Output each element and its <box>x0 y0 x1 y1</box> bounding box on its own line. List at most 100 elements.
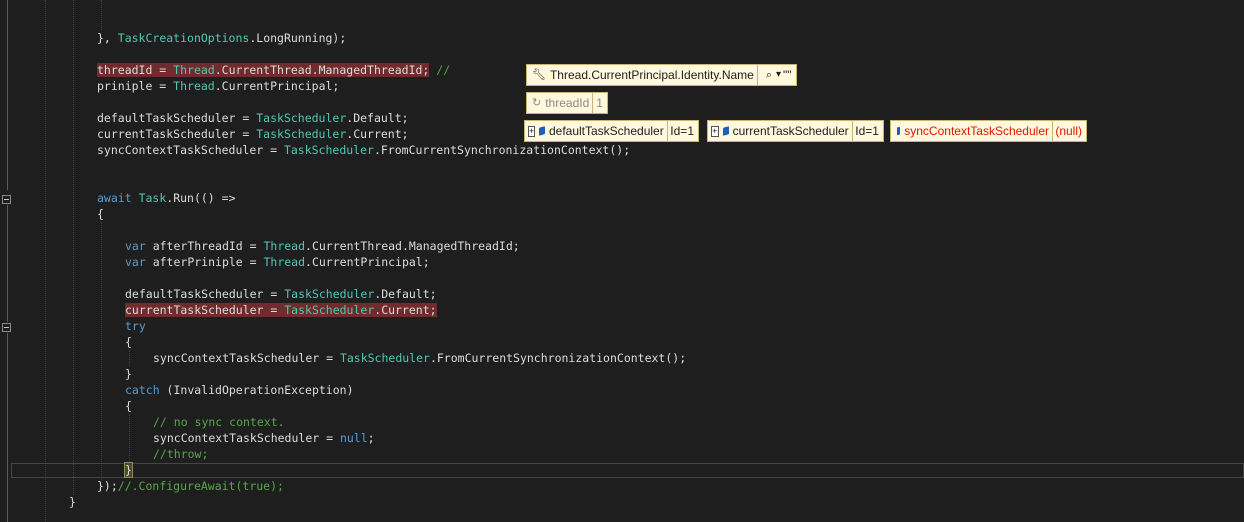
code-token: afterThreadId = <box>145 239 264 253</box>
code-token: .Current; <box>374 303 437 317</box>
code-line[interactable]: syncContextTaskScheduler = TaskScheduler… <box>97 142 630 158</box>
code-token: .Default; <box>346 111 409 125</box>
chevron-down-icon[interactable]: ▾ <box>776 64 781 86</box>
code-token: currentTaskScheduler = <box>97 127 257 141</box>
code-token: TaskScheduler <box>284 287 375 301</box>
datatip-threadid[interactable]: ↻ threadId 1 <box>526 92 608 114</box>
code-line[interactable]: { <box>97 206 104 222</box>
code-line[interactable]: } <box>124 462 133 478</box>
code-token: defaultTaskScheduler = <box>125 287 285 301</box>
code-line[interactable]: threadId = Thread.CurrentThread.ManagedT… <box>97 62 450 78</box>
datatip-name: syncContextTaskScheduler <box>904 124 1049 138</box>
code-token: // no sync context. <box>153 415 285 429</box>
code-line[interactable]: priniple = Thread.CurrentPrincipal; <box>97 78 339 94</box>
code-token: await <box>97 191 132 205</box>
code-token: .CurrentThread.ManagedThreadId; <box>305 239 520 253</box>
expand-icon[interactable]: + <box>711 125 719 137</box>
object-icon <box>722 126 729 136</box>
datatip-separator <box>756 65 758 85</box>
code-line[interactable]: catch (InvalidOperationException) <box>125 382 354 398</box>
outline-line <box>7 0 8 190</box>
code-line[interactable]: }, TaskCreationOptions.LongRunning); <box>97 30 346 46</box>
outline-line <box>7 333 8 522</box>
code-line[interactable]: defaultTaskScheduler = TaskScheduler.Def… <box>125 286 437 302</box>
code-token: TaskScheduler <box>283 143 374 157</box>
code-token: } <box>124 462 133 478</box>
expand-icon[interactable]: + <box>528 125 536 137</box>
object-icon <box>539 126 545 136</box>
code-token: defaultTaskScheduler = <box>97 111 257 125</box>
code-token: var <box>125 255 146 269</box>
code-token: .LongRunning); <box>249 31 347 45</box>
code-token: .CurrentPrincipal; <box>214 79 340 93</box>
indent-guide <box>101 0 102 30</box>
code-line[interactable]: var afterThreadId = Thread.CurrentThread… <box>125 238 520 254</box>
code-line[interactable]: try <box>125 318 146 334</box>
datatip-name: defaultTaskScheduler <box>548 124 664 138</box>
datatip-separator <box>592 93 594 113</box>
code-token: currentTaskScheduler = <box>125 303 285 317</box>
datatip-expression: Thread.CurrentPrincipal.Identity.Name <box>549 68 754 82</box>
code-token: }); <box>97 479 118 493</box>
fold-toggle-try[interactable] <box>2 323 11 332</box>
code-line[interactable]: } <box>69 494 76 510</box>
code-token: afterPriniple = <box>145 255 264 269</box>
indent-guide <box>129 350 130 366</box>
indent-guide <box>129 414 130 462</box>
code-token: .FromCurrentSynchronizationContext(); <box>429 351 687 365</box>
code-line[interactable]: var afterPriniple = Thread.CurrentPrinci… <box>125 254 430 270</box>
code-line[interactable]: { <box>125 334 132 350</box>
code-token: .CurrentThread.ManagedThreadId; <box>214 63 430 77</box>
code-token: .FromCurrentSynchronizationContext(); <box>373 143 631 157</box>
editor-gutter <box>0 0 14 522</box>
code-line[interactable]: await Task.Run(() => <box>97 190 236 206</box>
code-token: TaskCreationOptions <box>117 31 250 45</box>
code-token: .CurrentPrincipal; <box>305 255 430 269</box>
datatip-name: threadId <box>545 96 590 110</box>
indent-guide <box>45 0 46 522</box>
code-token: { <box>125 399 132 413</box>
code-token: { <box>97 207 104 221</box>
code-line[interactable]: currentTaskScheduler = TaskScheduler.Cur… <box>97 126 409 142</box>
datatip-value: Id=1 <box>855 124 879 138</box>
code-line[interactable]: syncContextTaskScheduler = null; <box>153 430 375 446</box>
code-token: syncContextTaskScheduler = <box>97 143 284 157</box>
refresh-icon[interactable]: ↻ <box>532 92 541 114</box>
datatip-value: (null) <box>1055 124 1082 138</box>
code-token: .Run(() => <box>166 191 236 205</box>
code-token: threadId = <box>97 63 174 77</box>
datatip-value: Id=1 <box>670 124 694 138</box>
code-line[interactable]: } <box>125 366 132 382</box>
code-line[interactable]: //throw; <box>153 446 208 462</box>
code-token: Thread <box>173 63 215 77</box>
datatip-principal[interactable]: 🔧︎ Thread.CurrentPrincipal.Identity.Name… <box>526 64 797 86</box>
code-token: priniple = <box>97 79 174 93</box>
search-icon[interactable]: ⌕ <box>766 64 772 86</box>
outline-line <box>7 205 8 322</box>
code-token: } <box>125 367 132 381</box>
datatip-current-task-scheduler[interactable]: + currentTaskScheduler Id=1 <box>707 120 884 142</box>
indent-guide <box>101 222 102 480</box>
code-token: .Default; <box>374 287 437 301</box>
code-line[interactable]: syncContextTaskScheduler = TaskScheduler… <box>153 350 686 366</box>
code-token: ( <box>159 383 174 397</box>
datatip-sync-context-task-scheduler[interactable]: syncContextTaskScheduler (null) <box>890 120 1087 142</box>
code-line[interactable]: // no sync context. <box>153 414 285 430</box>
datatip-default-task-scheduler[interactable]: + defaultTaskScheduler Id=1 <box>524 120 699 142</box>
code-line[interactable]: });//.ConfigureAwait(true); <box>97 478 284 494</box>
indent-guide <box>73 0 74 495</box>
code-line[interactable]: currentTaskScheduler = TaskScheduler.Cur… <box>125 302 437 318</box>
datatip-name: currentTaskScheduler <box>732 124 849 138</box>
datatip-separator <box>666 121 668 141</box>
code-token: try <box>125 319 146 333</box>
code-line[interactable]: defaultTaskScheduler = TaskScheduler.Def… <box>97 110 409 126</box>
code-token: TaskScheduler <box>284 303 375 317</box>
code-token: catch <box>125 383 160 397</box>
code-token: //.ConfigureAwait(true); <box>117 479 284 493</box>
code-token: ; <box>367 431 375 445</box>
code-token: TaskScheduler <box>256 127 347 141</box>
code-line[interactable]: { <box>125 398 132 414</box>
object-icon <box>897 126 901 136</box>
fold-toggle-await[interactable] <box>2 195 11 204</box>
